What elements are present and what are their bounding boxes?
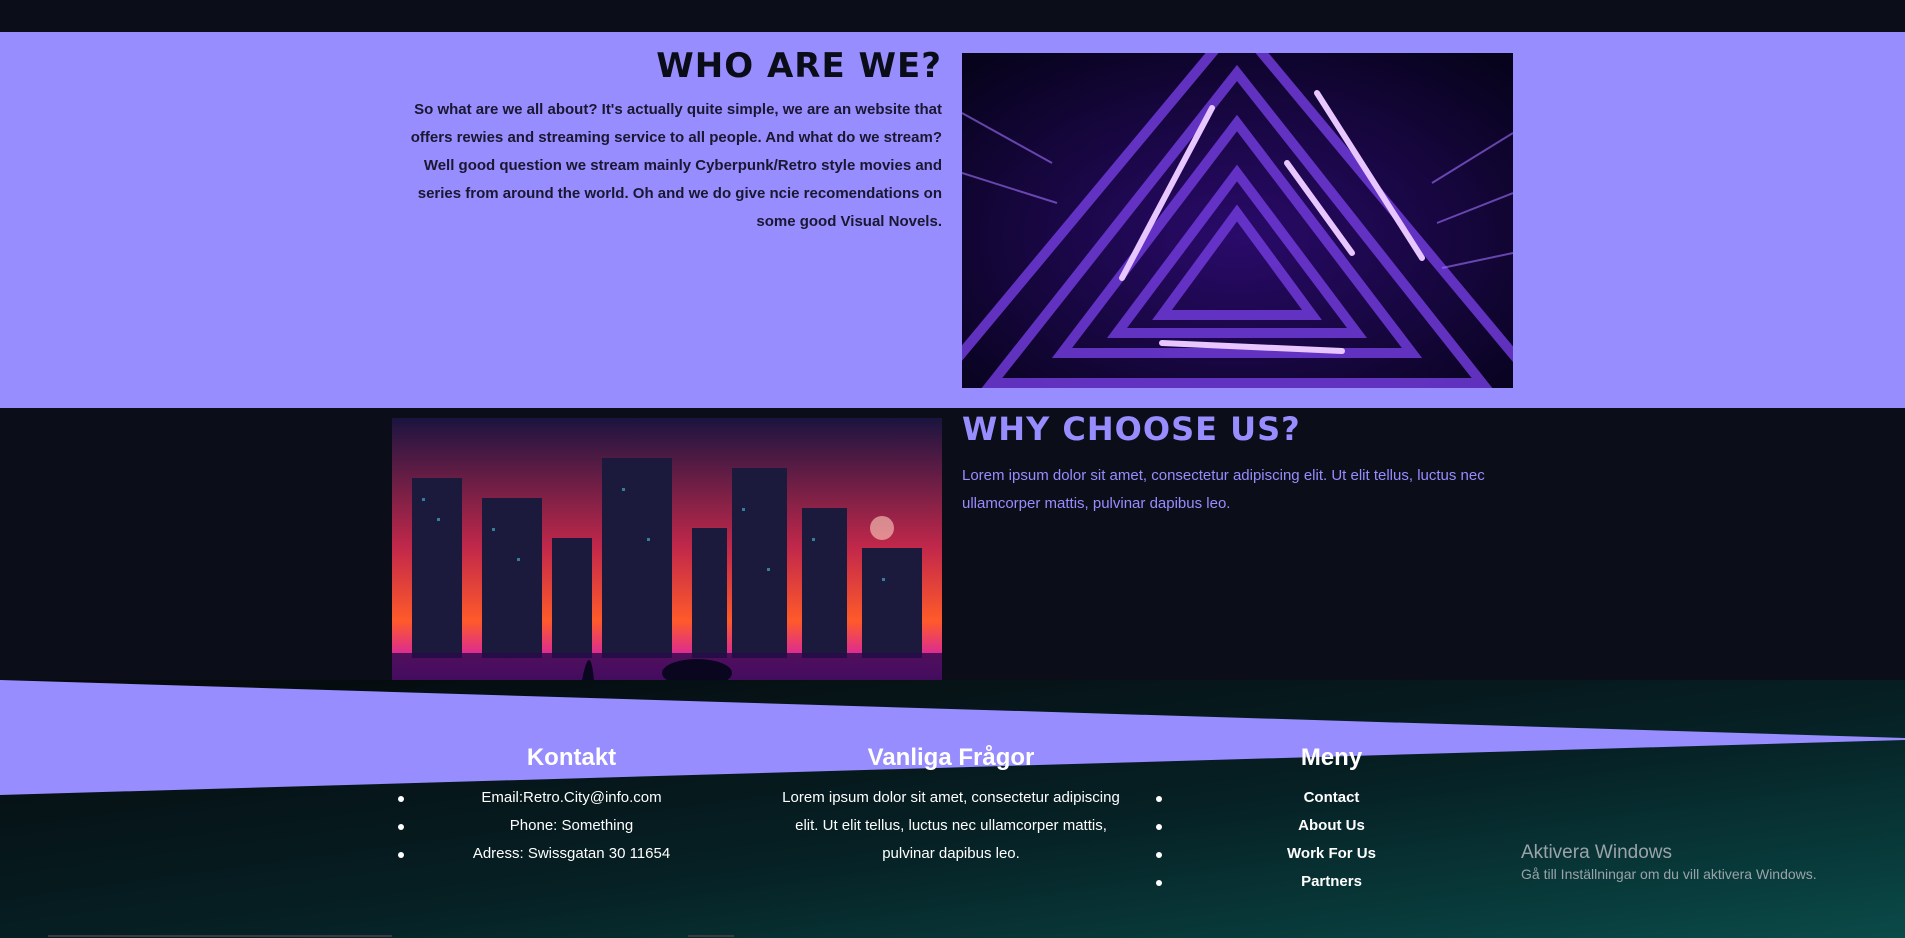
kontakt-heading: Kontakt bbox=[526, 744, 617, 771]
about-title: Who are we? bbox=[656, 46, 942, 86]
scroll-divider bbox=[48, 935, 392, 937]
meny-list: Contact About Us Work For Us Partners bbox=[1156, 784, 1503, 896]
faq-heading: Vanliga Frågor bbox=[867, 744, 1035, 771]
about-text: So what are we all about? It's actually … bbox=[410, 101, 942, 230]
why-title: Why choose us? bbox=[962, 410, 1301, 448]
kontakt-list: Email:Retro.City@info.com Phone: Somethi… bbox=[398, 784, 743, 868]
menu-link-work-for-us[interactable]: Work For Us bbox=[1156, 840, 1503, 868]
footer-kontakt: Kontakt Email:Retro.City@info.com Phone:… bbox=[398, 744, 743, 868]
menu-link-contact[interactable]: Contact bbox=[1156, 784, 1503, 812]
footer-meny: Meny Contact About Us Work For Us Partne… bbox=[1156, 744, 1503, 896]
contact-phone: Phone: Something bbox=[398, 812, 743, 840]
faq-text: Lorem ipsum dolor sit amet, consectetur … bbox=[782, 789, 1120, 862]
watermark-title: Aktivera Windows bbox=[1521, 842, 1672, 863]
menu-link-about-us[interactable]: About Us bbox=[1156, 812, 1503, 840]
why-text: Lorem ipsum dolor sit amet, consectetur … bbox=[962, 467, 1485, 512]
cyberpunk-city-image bbox=[392, 418, 942, 708]
top-bar bbox=[0, 0, 1905, 32]
meny-heading: Meny bbox=[1300, 744, 1363, 771]
about-section: Who are we? So what are we all about? It… bbox=[0, 32, 1905, 408]
menu-link-partners[interactable]: Partners bbox=[1156, 868, 1503, 896]
watermark-subtitle: Gå till Inställningar om du vill aktiver… bbox=[1521, 866, 1817, 882]
scroll-divider bbox=[688, 935, 734, 937]
contact-address: Adress: Swissgatan 30 11654 bbox=[398, 840, 743, 868]
windows-activation-watermark: Aktivera Windows Gå till Inställningar o… bbox=[1521, 842, 1817, 882]
neon-triangle-image bbox=[962, 53, 1513, 388]
footer-faq: Vanliga Frågor Lorem ipsum dolor sit ame… bbox=[777, 744, 1125, 868]
contact-email: Email:Retro.City@info.com bbox=[398, 784, 743, 812]
